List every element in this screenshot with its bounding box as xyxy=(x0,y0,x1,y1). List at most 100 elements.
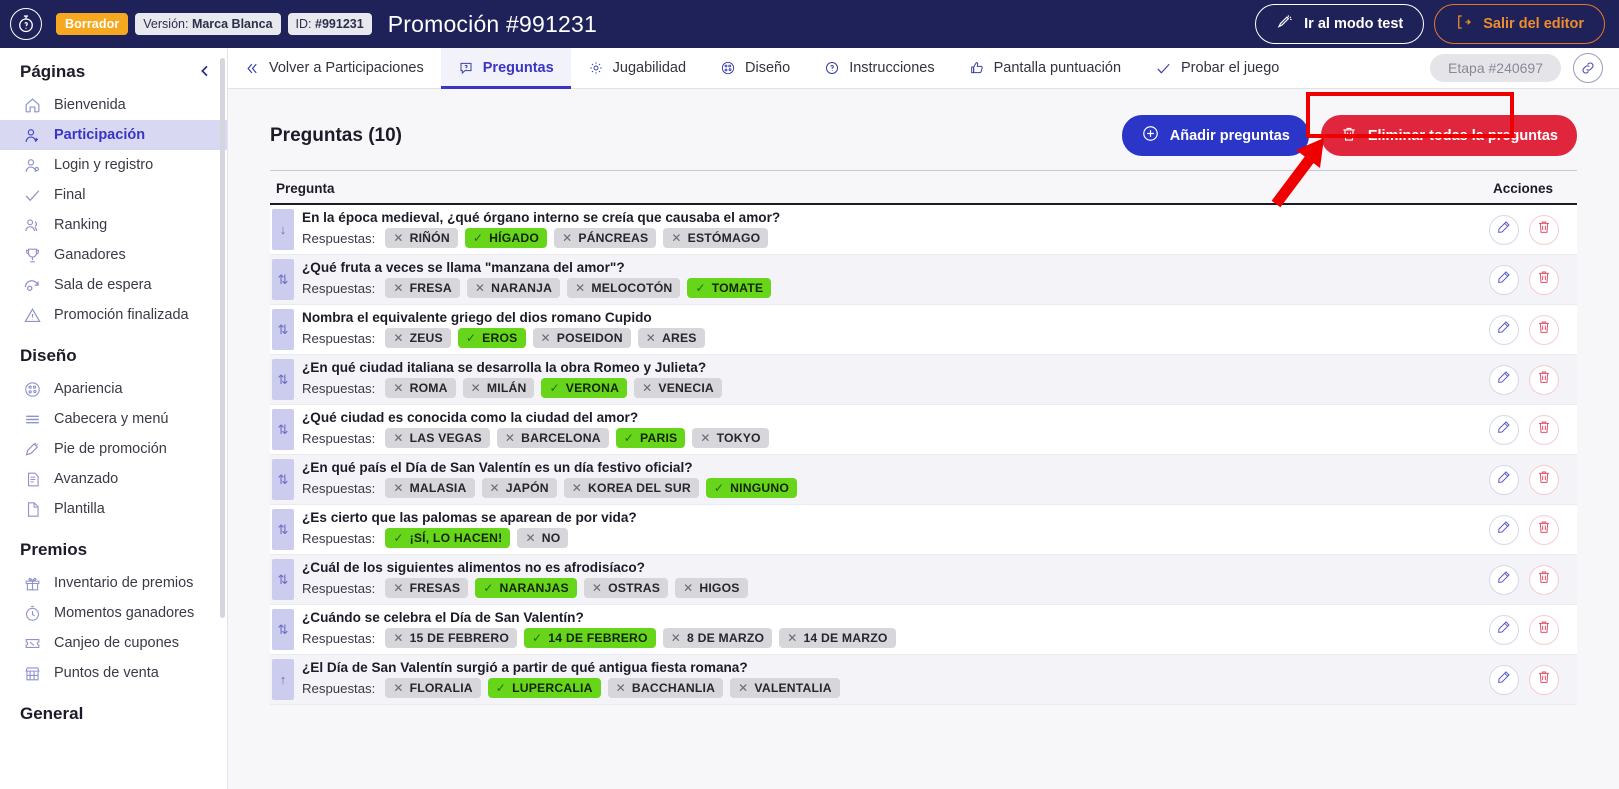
version-value: Marca Blanca xyxy=(191,17,273,31)
table-row[interactable]: ↓ En la época medieval, ¿qué órgano inter… xyxy=(270,205,1577,255)
edit-row-button[interactable] xyxy=(1489,264,1519,295)
sidebar-header: Páginas xyxy=(0,48,227,90)
stopwatch-question-icon[interactable] xyxy=(10,8,42,40)
table-row[interactable]: ↑ ¿El Día de San Valentín surgió a partir… xyxy=(270,655,1577,705)
cross-icon: ✕ xyxy=(642,381,653,396)
edit-row-button[interactable] xyxy=(1489,664,1519,695)
sidebar-item-ganadores[interactable]: Ganadores xyxy=(0,240,227,270)
chevron-left-icon[interactable] xyxy=(197,63,213,82)
link-icon[interactable] xyxy=(1573,53,1603,83)
delete-row-button[interactable] xyxy=(1529,614,1559,645)
tab-preguntas[interactable]: Preguntas xyxy=(440,48,571,89)
table-row[interactable]: ⇅ ¿En qué ciudad italiana se desarrolla l… xyxy=(270,355,1577,405)
answer-text: PÁNCREAS xyxy=(578,231,649,246)
test-mode-button[interactable]: Ir al modo test xyxy=(1255,4,1425,44)
sidebar-item-sala-de-espera[interactable]: Sala de espera xyxy=(0,270,227,300)
sidebar-item-promocion-finalizada[interactable]: Promoción finalizada xyxy=(0,300,227,330)
drag-handle-icon[interactable]: ⇅ xyxy=(272,509,294,550)
answer-text: MILÁN xyxy=(486,381,527,396)
edit-row-button[interactable] xyxy=(1489,614,1519,645)
sidebar-item-bienvenida[interactable]: Bienvenida xyxy=(0,90,227,120)
answer-chip-correct: ✓ PARIS xyxy=(615,428,686,449)
table-row[interactable]: ⇅ ¿Cuándo se celebra el Día de San Valent… xyxy=(270,605,1577,655)
tab-pantalla-puntuacion[interactable]: Pantalla puntuación xyxy=(952,48,1138,88)
sidebar-section-title: Páginas xyxy=(20,62,86,81)
answer-chip: ✕ FRESA xyxy=(385,278,460,299)
table-row[interactable]: ⇅ ¿Cuál de los siguientes alimentos no es… xyxy=(270,555,1577,605)
cross-icon: ✕ xyxy=(738,681,749,696)
drag-handle-icon[interactable]: ↓ xyxy=(272,209,294,250)
sidebar-item-label: Avanzado xyxy=(54,471,119,487)
question-cell: ¿Es cierto que las palomas se aparean de… xyxy=(302,505,1479,554)
edit-row-button[interactable] xyxy=(1489,514,1519,545)
sidebar-item-puntos-de-venta[interactable]: Puntos de venta xyxy=(0,658,227,688)
sidebar-item-cabecera-y-menu[interactable]: Cabecera y menú xyxy=(0,404,227,434)
table-row[interactable]: ⇅ ¿Qué fruta a veces se llama "manzana de… xyxy=(270,255,1577,305)
sidebar-item-apariencia[interactable]: Apariencia xyxy=(0,374,227,404)
delete-row-button[interactable] xyxy=(1529,314,1559,345)
pencil-icon xyxy=(1496,369,1512,390)
answer-chip: ✕ LAS VEGAS xyxy=(385,428,490,449)
warning-triangle-icon xyxy=(22,305,42,325)
question-text: ¿El Día de San Valentín surgió a partir … xyxy=(302,659,748,675)
question-cell: ¿Qué ciudad es conocida como la ciudad d… xyxy=(302,405,1479,454)
tab-jugabilidad[interactable]: Jugabilidad xyxy=(571,48,703,88)
main-area: Volver a Participaciones Preguntas Jugab… xyxy=(228,48,1619,789)
delete-row-button[interactable] xyxy=(1529,664,1559,695)
edit-row-button[interactable] xyxy=(1489,214,1519,245)
sidebar-item-canjeo-de-cupones[interactable]: Canjeo de cupones xyxy=(0,628,227,658)
sidebar-item-inventario-de-premios[interactable]: Inventario de premios xyxy=(0,568,227,598)
table-row[interactable]: ⇅ Nombra el equivalente griego del dios r… xyxy=(270,305,1577,355)
drag-handle-icon[interactable]: ⇅ xyxy=(272,409,294,450)
sidebar-item-plantilla[interactable]: Plantilla xyxy=(0,494,227,524)
sidebar-item-ranking[interactable]: Ranking xyxy=(0,210,227,240)
drag-handle-icon[interactable]: ⇅ xyxy=(272,359,294,400)
edit-row-button[interactable] xyxy=(1489,364,1519,395)
drag-handle-icon[interactable]: ⇅ xyxy=(272,259,294,300)
drag-handle-icon[interactable]: ⇅ xyxy=(272,559,294,600)
answer-chip: ✕ FLORALIA xyxy=(385,678,481,699)
exit-editor-button[interactable]: Salir del editor xyxy=(1434,4,1605,44)
answers-row: Respuestas: ✕ FRESAS ✓ NARANJAS ✕ OSTRAS ✕ HIGOS xyxy=(302,578,1479,599)
delete-row-button[interactable] xyxy=(1529,564,1559,595)
edit-row-button[interactable] xyxy=(1489,564,1519,595)
answer-text: EROS xyxy=(482,331,518,346)
sidebar-item-participacion[interactable]: Participación xyxy=(0,120,227,150)
answers-label: Respuestas: xyxy=(302,280,376,296)
delete-row-button[interactable] xyxy=(1529,414,1559,445)
cross-icon: ✕ xyxy=(489,481,500,496)
sidebar-item-pie-de-promocion[interactable]: Pie de promoción xyxy=(0,434,227,464)
edit-row-button[interactable] xyxy=(1489,314,1519,345)
table-row[interactable]: ⇅ ¿En qué país el Día de San Valentín es … xyxy=(270,455,1577,505)
delete-row-button[interactable] xyxy=(1529,514,1559,545)
add-questions-button[interactable]: Añadir preguntas xyxy=(1121,115,1309,156)
sidebar-item-momentos-ganadores[interactable]: Momentos ganadores xyxy=(0,598,227,628)
delete-row-button[interactable] xyxy=(1529,264,1559,295)
sidebar-item-label: Momentos ganadores xyxy=(54,605,195,621)
tab-probar-el-juego[interactable]: Probar el juego xyxy=(1138,48,1296,88)
table-row[interactable]: ⇅ ¿Es cierto que las palomas se aparean d… xyxy=(270,505,1577,555)
delete-row-button[interactable] xyxy=(1529,364,1559,395)
sidebar-scrollbar[interactable] xyxy=(220,58,225,618)
edit-row-button[interactable] xyxy=(1489,464,1519,495)
drag-handle-icon[interactable]: ⇅ xyxy=(272,309,294,350)
edit-row-button[interactable] xyxy=(1489,414,1519,445)
check-icon: ✓ xyxy=(713,481,725,496)
sidebar-item-avanzado[interactable]: Avanzado xyxy=(0,464,227,494)
drag-handle-icon[interactable]: ⇅ xyxy=(272,459,294,500)
delete-all-questions-button[interactable]: Eliminar todas la preguntas xyxy=(1320,115,1577,156)
tab-diseno[interactable]: Diseño xyxy=(703,48,807,88)
tab-instrucciones[interactable]: Instrucciones xyxy=(807,48,951,88)
answer-chip-correct: ✓ LUPERCALIA xyxy=(487,678,601,699)
sidebar: Páginas Bienvenida Participación Login y… xyxy=(0,48,228,789)
questions-table: ↓ En la época medieval, ¿qué órgano inter… xyxy=(270,205,1577,705)
drag-handle-icon[interactable]: ⇅ xyxy=(272,609,294,650)
tab-volver-a-participaciones[interactable]: Volver a Participaciones xyxy=(228,48,441,88)
sidebar-item-login-y-registro[interactable]: Login y registro xyxy=(0,150,227,180)
sidebar-item-final[interactable]: Final xyxy=(0,180,227,210)
drag-handle-icon[interactable]: ↑ xyxy=(272,659,294,700)
delete-row-button[interactable] xyxy=(1529,464,1559,495)
delete-row-button[interactable] xyxy=(1529,214,1559,245)
cross-icon: ✕ xyxy=(393,281,404,296)
table-row[interactable]: ⇅ ¿Qué ciudad es conocida como la ciudad … xyxy=(270,405,1577,455)
